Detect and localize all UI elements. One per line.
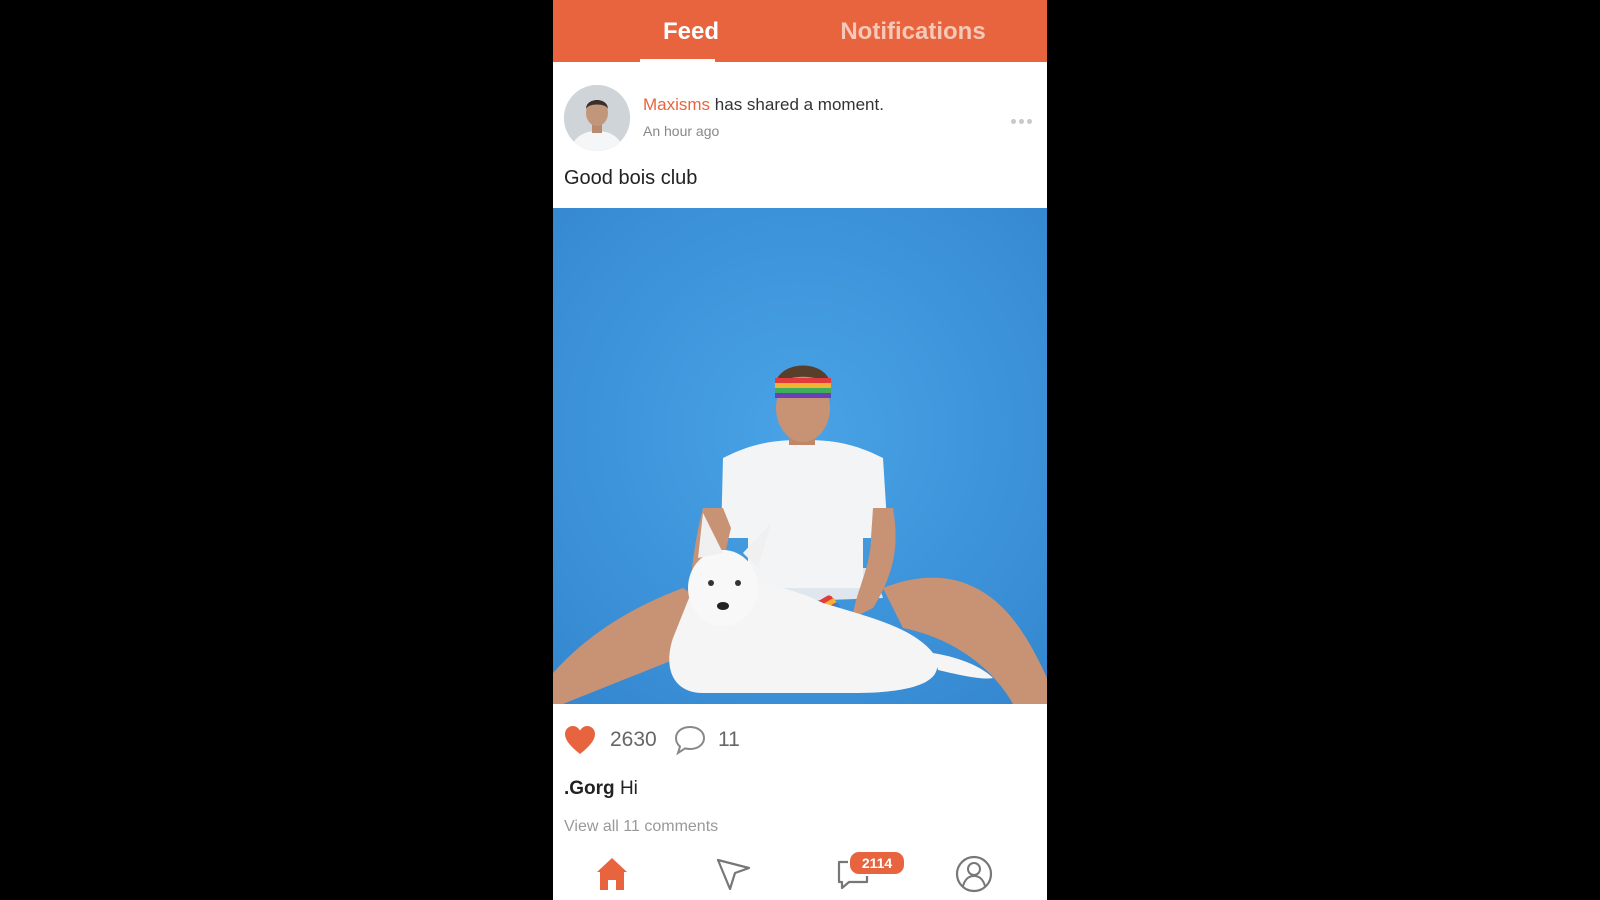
comment-icon (674, 725, 706, 756)
post-photo[interactable] (553, 208, 1047, 704)
active-tab-indicator (640, 59, 715, 62)
top-tab-bar: Feed Notifications (553, 0, 1047, 62)
like-button[interactable] (564, 725, 596, 755)
messages-badge: 2114 (848, 850, 906, 876)
nav-profile[interactable] (954, 854, 994, 894)
more-icon-dot (1011, 119, 1016, 124)
author-avatar[interactable] (564, 85, 630, 151)
comment-count: 11 (718, 728, 740, 751)
app-screen: Feed Notifications Maxisms has shared a … (553, 0, 1047, 900)
tab-feed[interactable]: Feed (641, 18, 741, 48)
nav-send[interactable] (713, 854, 753, 894)
more-icon-dot (1027, 119, 1032, 124)
nav-home[interactable] (592, 854, 632, 894)
send-icon (716, 858, 751, 891)
author-name[interactable]: Maxisms (643, 95, 710, 114)
post-caption: Good bois club (564, 167, 698, 189)
like-count: 2630 (610, 728, 657, 751)
tab-notifications[interactable]: Notifications (823, 18, 1003, 48)
comment-button[interactable] (673, 724, 707, 756)
post-meta: Maxisms has shared a moment. An hour ago (643, 95, 884, 139)
heart-icon (565, 726, 595, 754)
post-headline: Maxisms has shared a moment. (643, 95, 884, 115)
profile-icon (955, 855, 993, 893)
more-icon-dot (1019, 119, 1024, 124)
view-all-comments-link[interactable]: View all 11 comments (564, 818, 718, 836)
post-timestamp: An hour ago (643, 123, 720, 139)
home-icon (597, 858, 627, 890)
comment-text: Hi (619, 778, 638, 799)
top-comment: .Gorg Hi (564, 778, 638, 800)
post-action-text: has shared a moment. (710, 95, 884, 114)
comment-username[interactable]: .Gorg (564, 778, 615, 799)
more-options-button[interactable] (1011, 111, 1037, 124)
